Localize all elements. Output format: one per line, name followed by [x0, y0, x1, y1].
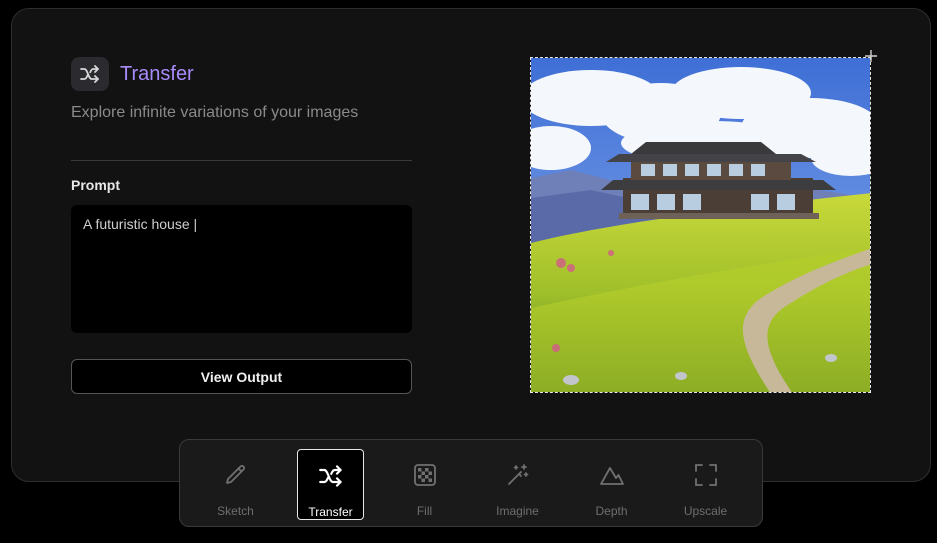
tool-depth[interactable]: Depth — [578, 449, 645, 520]
magic-wand-icon — [506, 462, 530, 488]
mountain-icon — [599, 462, 625, 488]
house-landscape-image — [531, 58, 870, 392]
prompt-label: Prompt — [71, 177, 120, 193]
tool-transfer[interactable]: Transfer — [297, 449, 364, 520]
shuffle-icon — [71, 57, 109, 91]
crosshair-icon — [865, 50, 877, 62]
expand-corners-icon — [694, 462, 717, 488]
tool-label: Sketch — [217, 504, 254, 518]
divider — [71, 160, 412, 161]
shuffle-icon — [318, 463, 343, 489]
page-title: Transfer — [120, 62, 194, 85]
tool-label: Transfer — [308, 505, 353, 519]
tool-label: Fill — [416, 504, 433, 518]
view-output-button[interactable]: View Output — [71, 359, 412, 394]
page-subtitle: Explore infinite variations of your imag… — [71, 104, 359, 121]
tool-imagine[interactable]: Imagine — [484, 449, 551, 520]
tool-label: Imagine — [496, 504, 539, 518]
pencil-icon — [224, 462, 248, 488]
tool-fill[interactable]: Fill — [391, 449, 458, 520]
prompt-textarea[interactable]: A futuristic house | — [71, 205, 412, 333]
tool-label: Upscale — [683, 504, 728, 518]
tool-sketch[interactable]: Sketch — [202, 449, 269, 520]
preview-image[interactable] — [530, 57, 871, 393]
tool-bar: Sketch Transfer Fill Imagine Depth Upsca… — [179, 439, 763, 527]
checkerboard-icon — [413, 462, 436, 488]
tool-label: Depth — [595, 504, 628, 518]
panel-header: Transfer — [71, 57, 194, 91]
tool-upscale[interactable]: Upscale — [672, 449, 739, 520]
